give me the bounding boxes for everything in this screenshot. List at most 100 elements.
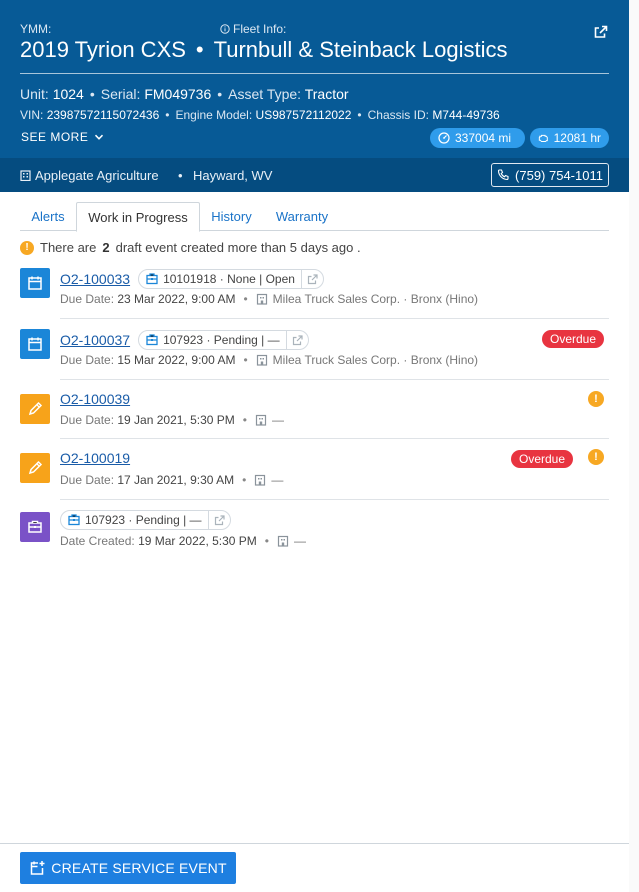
service-event-row[interactable]: O2-100037 107923 · Pending | — Overdue D… — [20, 325, 609, 379]
external-link-icon — [292, 334, 303, 345]
due-date-label: Due Date: — [60, 473, 115, 487]
title-separator: • — [195, 37, 204, 62]
asset-type-label: Asset Type: — [228, 86, 302, 102]
event-details: Date Created: 19 Mar 2022, 5:30 PM • — — [60, 534, 306, 548]
shop-icon — [255, 414, 267, 426]
tab-warranty[interactable]: Warranty — [263, 202, 341, 231]
work-order-icon — [146, 334, 158, 346]
asset-summary: Unit: 1024 • Serial: FM049736 • Asset Type: … — [20, 86, 349, 102]
pencil-icon — [28, 460, 43, 475]
shop-name: Milea Truck Sales Corp. · Bronx (Hino) — [272, 353, 479, 367]
event-id-link[interactable]: O2-100033 — [60, 271, 130, 287]
warning-icon: ! — [20, 240, 34, 255]
event-type-icon — [20, 394, 50, 424]
event-details: Due Date: 17 Jan 2021, 9:30 AM • — — [60, 473, 283, 487]
dealer-bar: Applegate Agriculture • Hayward, WV (759… — [0, 158, 629, 192]
bullet: • — [242, 473, 247, 487]
bullet: • — [217, 86, 223, 102]
shop-icon — [255, 474, 266, 486]
service-event-row[interactable]: O2-100039 ! Due Date: 19 Jan 2021, 5:30 … — [20, 386, 609, 438]
event-id-link[interactable]: O2-100019 — [60, 450, 130, 466]
open-work-order-button[interactable] — [285, 331, 308, 349]
see-more-label: SEE MORE — [21, 130, 89, 144]
bullet: • — [242, 413, 247, 427]
event-header: O2-100019 — [60, 450, 130, 466]
asset-header: YMM: Fleet Info: 2019 Tyrion CXS • Turnb… — [0, 0, 629, 158]
header-divider — [20, 73, 609, 74]
bullet: • — [178, 168, 183, 183]
event-id-link[interactable]: O2-100037 — [60, 332, 130, 348]
dealer-name-text: Applegate Agriculture — [35, 168, 159, 183]
bullet: • — [89, 86, 95, 102]
work-order-info: 107923 · Pending | — — [139, 333, 286, 347]
create-service-event-button[interactable]: CREATE SERVICE EVENT — [20, 852, 236, 884]
open-work-order-button[interactable] — [300, 270, 323, 288]
event-details: Due Date: 23 Mar 2022, 9:00 AM • Milea T… — [60, 292, 478, 306]
bullet: • — [243, 353, 248, 367]
open-work-order-button[interactable] — [207, 511, 230, 529]
warning-icon: ! — [588, 391, 604, 407]
work-order-text: 10101918 · None | Open — [163, 272, 295, 286]
info-icon — [220, 24, 230, 34]
date-created-label: Date Created: — [60, 534, 135, 548]
call-dealer-button[interactable]: (759) 754-1011 — [491, 163, 609, 187]
mileage-badge: 337004 mi — [430, 128, 525, 148]
event-details: Due Date: 15 Mar 2022, 9:00 AM • Milea T… — [60, 353, 478, 367]
work-order-info: 107923 · Pending | — — [61, 513, 208, 527]
tab-alerts[interactable]: Alerts — [20, 202, 76, 231]
engine-hours-value: 12081 hr — [553, 131, 601, 145]
service-event-row[interactable]: O2-100033 10101918 · None | Open Due Dat… — [20, 264, 609, 318]
event-type-icon — [20, 329, 50, 359]
calendar-add-icon — [31, 861, 45, 875]
row-divider — [60, 379, 609, 380]
external-link-icon[interactable] — [594, 25, 608, 39]
fleet-info-label-text: Fleet Info: — [233, 22, 287, 36]
due-date-label: Due Date: — [60, 353, 115, 367]
scrollbar[interactable] — [629, 0, 639, 892]
due-date-value: 15 Mar 2022, 9:00 AM — [117, 353, 236, 367]
building-icon — [20, 170, 31, 181]
calendar-icon — [28, 337, 42, 351]
dealer-phone: (759) 754-1011 — [515, 167, 603, 183]
due-date-label: Due Date: — [60, 413, 115, 427]
notice-count: 2 — [102, 240, 110, 255]
see-more-toggle[interactable]: SEE MORE — [21, 130, 104, 144]
serial-value: FM049736 — [144, 86, 212, 102]
work-order-icon — [68, 514, 80, 526]
work-order-chip: 107923 · Pending | — — [60, 510, 231, 530]
vin-value: 23987572115072436 — [46, 108, 160, 122]
ymm-label: YMM: — [20, 22, 52, 36]
engine-model-label: Engine Model: — [175, 108, 253, 122]
phone-icon — [497, 169, 509, 181]
fleet-name: Turnbull & Steinback Logistics — [213, 37, 508, 62]
asset-type-value: Tractor — [304, 86, 349, 102]
serial-label: Serial: — [100, 86, 141, 102]
service-event-row[interactable]: O2-100019 Overdue ! Due Date: 17 Jan 202… — [20, 445, 609, 499]
engine-icon — [538, 134, 548, 143]
tab-history[interactable]: History — [200, 202, 263, 231]
shop-name: — — [271, 473, 284, 487]
event-header: O2-100037 107923 · Pending | — — [60, 330, 309, 350]
shop-icon — [277, 535, 289, 547]
shop-name: — — [272, 413, 284, 427]
warning-icon: ! — [588, 449, 604, 465]
pencil-icon — [28, 401, 43, 416]
tab-work-in-progress[interactable]: Work in Progress — [76, 202, 200, 232]
event-type-icon — [20, 268, 50, 298]
event-header: O2-100033 10101918 · None | Open — [60, 269, 324, 289]
footer-divider — [0, 843, 629, 844]
work-order-text: 107923 · Pending | — — [163, 333, 280, 347]
bullet: • — [243, 292, 248, 306]
event-header: 107923 · Pending | — — [60, 510, 231, 530]
tab-bar: Alerts Work in Progress History Warranty — [20, 202, 609, 232]
shop-name: Milea Truck Sales Corp. · Bronx (Hino) — [272, 292, 479, 306]
work-order-text: 107923 · Pending | — — [85, 513, 202, 527]
fleet-info-label: Fleet Info: — [220, 22, 286, 36]
event-id-link[interactable]: O2-100039 — [60, 391, 130, 407]
draft-events-notice: ! There are 2 draft event created more t… — [20, 240, 361, 255]
vehicle-title: 2019 Tyrion CXS — [20, 37, 186, 62]
page-title: 2019 Tyrion CXS • Turnbull & Steinback L… — [20, 37, 508, 63]
due-date-value: 23 Mar 2022, 9:00 AM — [117, 292, 236, 306]
due-date-label: Due Date: — [60, 292, 115, 306]
service-event-row[interactable]: 107923 · Pending | — Date Created: 19 Ma… — [20, 507, 609, 553]
